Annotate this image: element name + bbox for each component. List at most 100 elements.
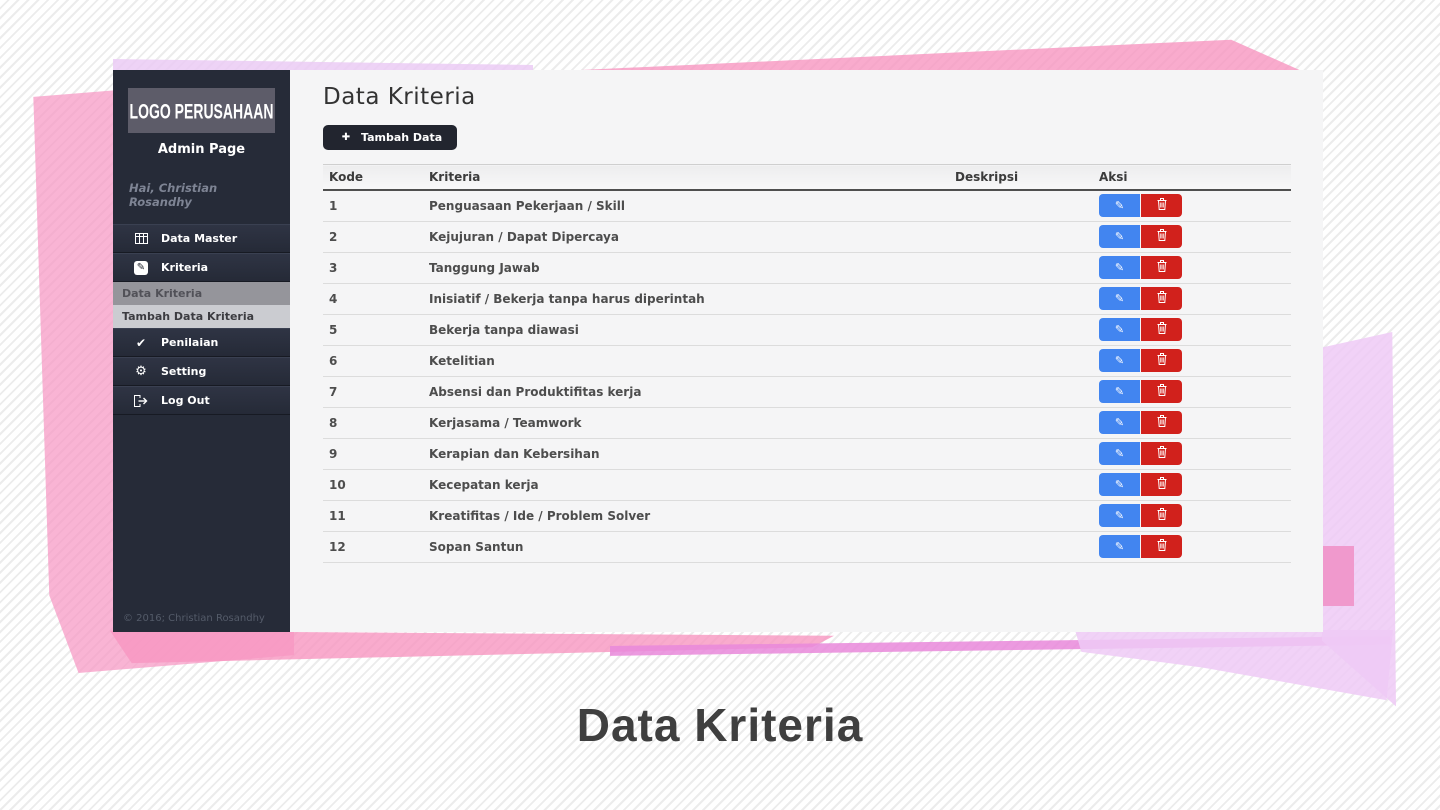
cell-deskripsi [949, 531, 1093, 563]
sidebar-subtitle: Admin Page [157, 142, 246, 157]
edit-button[interactable]: ✎ [1099, 349, 1140, 372]
edit-button[interactable]: ✎ [1099, 225, 1140, 248]
table-row: 10 Kecepatan kerja ✎ [323, 469, 1291, 501]
main-content: Data Kriteria ✚ Tambah Data Kode Kriteri… [290, 70, 1323, 632]
edit-button[interactable]: ✎ [1099, 535, 1140, 558]
cell-deskripsi [949, 500, 1093, 532]
trash-icon [1157, 353, 1167, 368]
slide-caption: Data Kriteria [576, 699, 864, 751]
cell-deskripsi [949, 438, 1093, 470]
delete-button[interactable] [1141, 194, 1182, 218]
gear-icon: ⚙ [135, 364, 147, 379]
cell-kriteria: Kecepatan kerja [423, 469, 949, 501]
edit-button[interactable]: ✎ [1099, 504, 1140, 527]
table-row: 7 Absensi dan Produktifitas kerja ✎ [323, 376, 1291, 408]
delete-button[interactable] [1141, 287, 1182, 310]
sidebar-item-label: Data Master [161, 232, 238, 245]
cell-deskripsi [949, 376, 1093, 408]
trash-icon [1157, 260, 1167, 275]
edit-button[interactable]: ✎ [1099, 442, 1140, 465]
trash-icon [1157, 477, 1167, 492]
edit-button[interactable]: ✎ [1099, 287, 1140, 310]
cell-kriteria: Ketelitian [423, 345, 949, 377]
edit-button[interactable]: ✎ [1099, 194, 1140, 218]
cell-kriteria: Penguasaan Pekerjaan / Skill [423, 190, 949, 222]
table-row: 2 Kejujuran / Dapat Dipercaya ✎ [323, 221, 1291, 253]
edit-button[interactable]: ✎ [1099, 380, 1140, 403]
cell-aksi: ✎ [1093, 376, 1291, 408]
pencil-icon: ✎ [1114, 355, 1125, 367]
cell-kode: 3 [323, 252, 423, 284]
trash-icon [1157, 229, 1167, 244]
pencil-icon: ✎ [1114, 324, 1125, 336]
edit-button[interactable]: ✎ [1099, 256, 1140, 279]
tambah-data-button[interactable]: ✚ Tambah Data [323, 125, 458, 150]
pencil-icon: ✎ [1114, 200, 1125, 213]
edit-button[interactable]: ✎ [1099, 318, 1140, 341]
delete-button[interactable] [1141, 318, 1182, 341]
sidebar-item-data-master[interactable]: Data Master [113, 224, 290, 253]
sidebar-item-kriteria[interactable]: ✎ Kriteria [113, 253, 290, 282]
delete-button[interactable] [1141, 535, 1182, 558]
edit-button[interactable]: ✎ [1099, 473, 1140, 496]
user-greeting: Hai, Christian Rosandhy [129, 181, 218, 209]
cell-deskripsi [949, 345, 1093, 377]
criteria-table: Kode Kriteria Deskripsi Aksi 1 Penguasaan… [323, 164, 1291, 563]
sidebar-item-label: Kriteria [161, 261, 209, 274]
sidebar-item-data-kriteria[interactable]: Data Kriteria [113, 282, 290, 305]
cell-kode: 9 [323, 438, 423, 470]
sidebar-item-setting[interactable]: ⚙ Setting [113, 357, 290, 386]
delete-button[interactable] [1141, 473, 1182, 496]
sidebar-item-label: Data Kriteria [122, 287, 203, 300]
sidebar-item-log-out[interactable]: Log Out [113, 386, 290, 415]
trash-icon [1157, 198, 1167, 213]
sidebar-menu: Data Master ✎ Kriteria Data Kriteria Tambah … [113, 224, 290, 415]
edit-button[interactable]: ✎ [1099, 411, 1140, 434]
cell-kode: 5 [323, 314, 423, 346]
cell-aksi: ✎ [1093, 438, 1291, 470]
page-title: Data Kriteria [323, 84, 476, 110]
trash-icon [1157, 508, 1167, 523]
cell-deskripsi [949, 469, 1093, 501]
cell-kriteria: Sopan Santun [423, 531, 949, 563]
cell-kode: 12 [323, 531, 423, 563]
pencil-icon: ✎ [1114, 417, 1125, 429]
cell-kode: 4 [323, 283, 423, 315]
table-grid-icon [133, 233, 149, 244]
trash-icon [1157, 384, 1167, 399]
delete-button[interactable] [1141, 225, 1182, 248]
delete-button[interactable] [1141, 380, 1182, 403]
cell-aksi: ✎ [1093, 345, 1291, 377]
delete-button[interactable] [1141, 442, 1182, 465]
company-logo: LOGO PERUSAHAAN [128, 88, 275, 133]
trash-icon [1157, 291, 1167, 306]
delete-button[interactable] [1141, 256, 1182, 279]
cell-aksi: ✎ [1093, 252, 1291, 284]
sidebar-item-tambah-data-kriteria[interactable]: Tambah Data Kriteria [113, 305, 290, 328]
table-row: 3 Tanggung Jawab ✎ [323, 252, 1291, 284]
sidebar-item-penilaian[interactable]: ✔ Penilaian [113, 328, 290, 357]
cell-kode: 1 [323, 190, 423, 222]
cell-aksi: ✎ [1093, 531, 1291, 563]
cell-kode: 8 [323, 407, 423, 439]
cell-aksi: ✎ [1093, 407, 1291, 439]
table-row: 11 Kreatifitas / Ide / Problem Solver ✎ [323, 500, 1291, 532]
cell-kode: 2 [323, 221, 423, 253]
cell-kode: 6 [323, 345, 423, 377]
pencil-icon: ✎ [1114, 386, 1125, 398]
table-row: 12 Sopan Santun ✎ [323, 531, 1291, 563]
cell-kriteria: Kejujuran / Dapat Dipercaya [423, 221, 949, 253]
sidebar-item-label: Penilaian [161, 336, 219, 349]
copyright-text: © 2016; Christian Rosandhy [123, 613, 265, 624]
delete-button[interactable] [1141, 411, 1182, 434]
delete-button[interactable] [1141, 349, 1182, 372]
delete-button[interactable] [1141, 504, 1182, 527]
trash-icon [1157, 415, 1167, 430]
cell-kriteria: Inisiatif / Bekerja tanpa harus diperint… [423, 283, 949, 315]
pencil-icon: ✎ [1114, 448, 1125, 460]
cell-kriteria: Kreatifitas / Ide / Problem Solver [423, 500, 949, 532]
cell-kriteria: Tanggung Jawab [423, 252, 949, 284]
cell-deskripsi [949, 314, 1093, 346]
column-header-deskripsi: Deskripsi [949, 164, 1093, 191]
tambah-data-label: Tambah Data [361, 131, 443, 144]
